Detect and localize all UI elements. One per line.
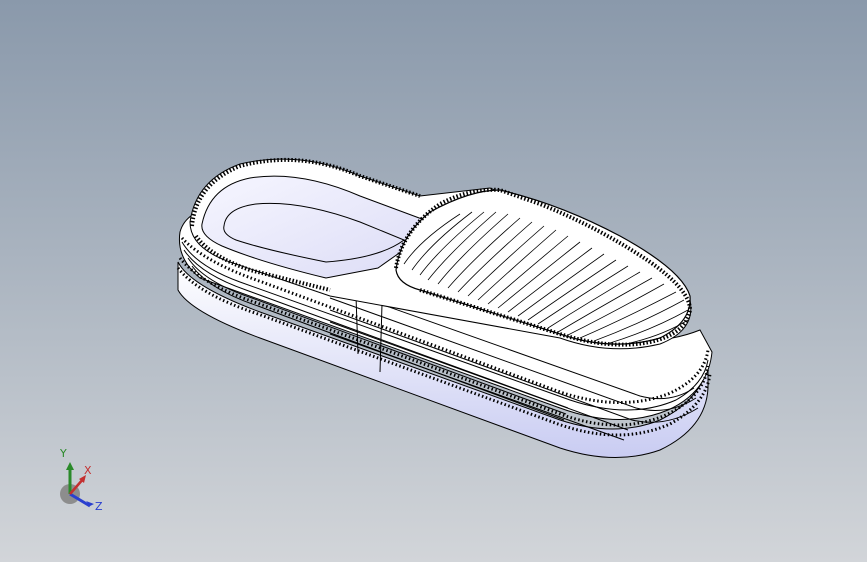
x-axis-label: X — [84, 464, 92, 477]
z-axis-label: Z — [95, 500, 103, 513]
y-axis-label: Y — [60, 447, 67, 460]
graphics-viewport[interactable]: Y X Z — [0, 0, 867, 562]
axis-triad: Y X Z — [48, 446, 108, 518]
slipper-model[interactable] — [0, 0, 867, 562]
